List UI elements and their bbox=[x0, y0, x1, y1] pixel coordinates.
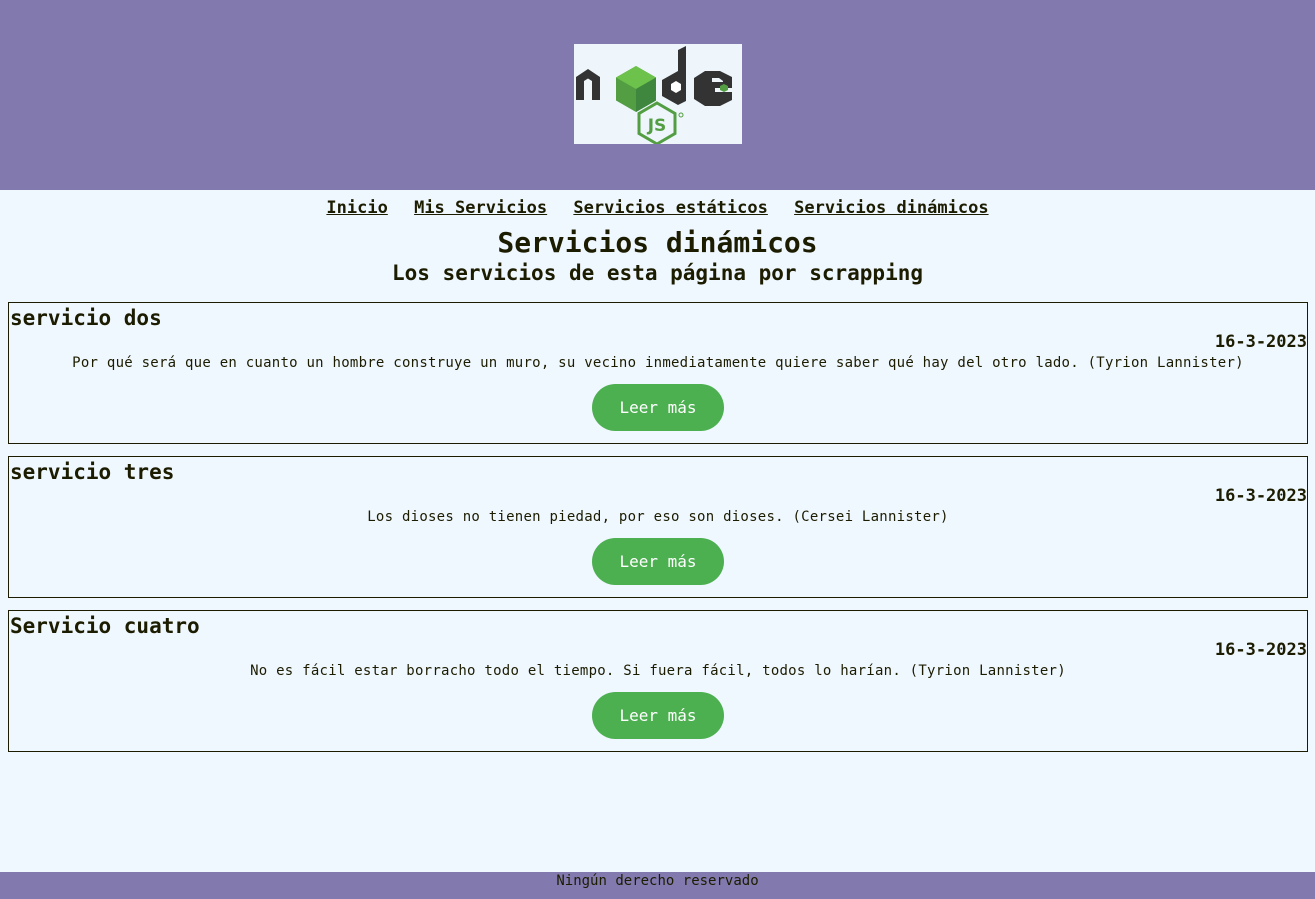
service-card-title: servicio tres bbox=[10, 460, 175, 484]
service-card: servicio dos 16-3-2023 Por qué será que … bbox=[8, 302, 1308, 444]
nav-link-mis-servicios[interactable]: Mis Servicios bbox=[414, 198, 547, 218]
service-card-date: 16-3-2023 bbox=[1214, 640, 1307, 660]
site-footer: Ningún derecho reservado bbox=[0, 872, 1315, 899]
service-list: servicio dos 16-3-2023 Por qué será que … bbox=[8, 302, 1308, 764]
read-more-button[interactable]: Leer más bbox=[592, 384, 724, 431]
nav-link-servicios-dinamicos[interactable]: Servicios dinámicos bbox=[794, 198, 988, 218]
service-card-text: No es fácil estar borracho todo el tiemp… bbox=[250, 663, 1066, 679]
read-more-button[interactable]: Leer más bbox=[592, 692, 724, 739]
read-more-button[interactable]: Leer más bbox=[592, 538, 724, 585]
svg-text:JS: JS bbox=[646, 116, 666, 136]
footer-text: Ningún derecho reservado bbox=[556, 873, 759, 889]
nodejs-logo-icon: JS bbox=[573, 44, 742, 144]
site-header: JS bbox=[0, 0, 1315, 190]
main-nav: Inicio Mis Servicios Servicios estáticos… bbox=[0, 197, 1315, 219]
service-card-text: Los dioses no tienen piedad, por eso son… bbox=[367, 509, 949, 525]
service-card: servicio tres 16-3-2023 Los dioses no ti… bbox=[8, 456, 1308, 598]
service-card-title: Servicio cuatro bbox=[10, 614, 200, 638]
service-card-title: servicio dos bbox=[10, 306, 162, 330]
service-card: Servicio cuatro 16-3-2023 No es fácil es… bbox=[8, 610, 1308, 752]
service-card-date: 16-3-2023 bbox=[1214, 332, 1307, 352]
service-card-text: Por qué será que en cuanto un hombre con… bbox=[72, 355, 1244, 371]
service-card-date: 16-3-2023 bbox=[1214, 486, 1307, 506]
nav-link-servicios-estaticos[interactable]: Servicios estáticos bbox=[573, 198, 767, 218]
nav-link-inicio[interactable]: Inicio bbox=[326, 198, 387, 218]
page-subtitle: Los servicios de esta página por scrappi… bbox=[391, 261, 923, 285]
page: JS Inicio Mis Servicios Servicios estáti… bbox=[0, 0, 1315, 899]
page-title: Servicios dinámicos bbox=[497, 226, 818, 259]
